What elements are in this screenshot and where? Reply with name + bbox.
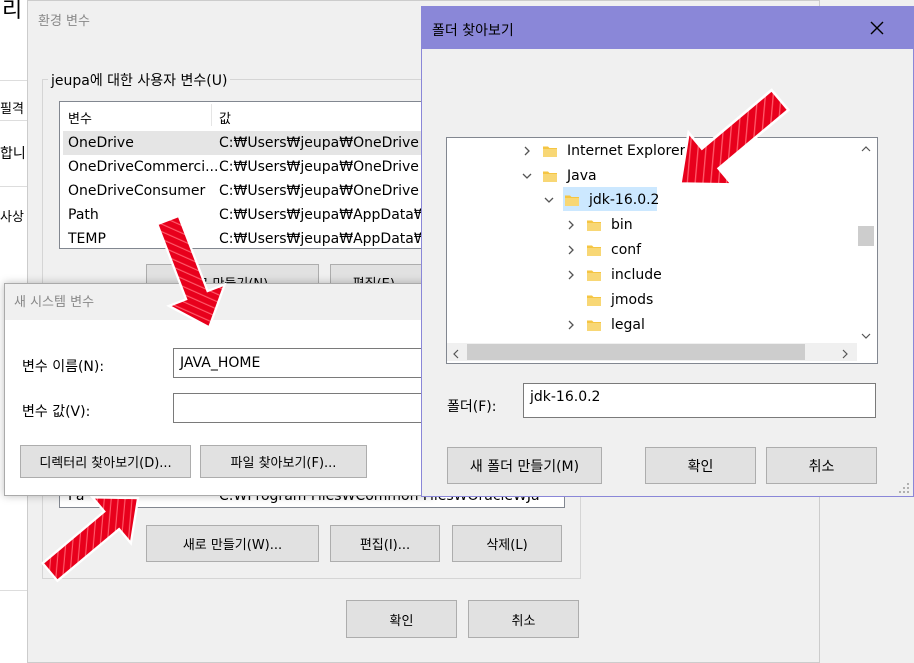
arrow-icon [678, 88, 791, 186]
arrow-icon [40, 496, 140, 583]
annotation-arrows [40, 88, 791, 583]
arrow-icon [155, 214, 227, 330]
